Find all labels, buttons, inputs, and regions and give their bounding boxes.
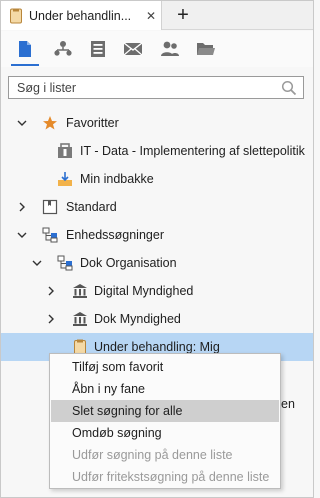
close-icon[interactable]: ✕ (141, 9, 161, 23)
inbox-icon (58, 172, 72, 186)
people-icon[interactable] (159, 38, 181, 60)
unit-hierarchy-icon (42, 227, 58, 243)
tree-node-dok-myndighed[interactable]: Dok Myndighed (1, 305, 313, 333)
tree-node-enhedssogninger[interactable]: Enhedssøgninger (1, 221, 313, 249)
search-box (8, 76, 304, 99)
chevron-down-icon[interactable] (32, 258, 42, 268)
chevron-right-icon[interactable] (46, 286, 56, 296)
tree-node-favorites[interactable]: Favoritter (1, 109, 313, 137)
menu-item-delete-search[interactable]: Slet søgning for alle (51, 400, 279, 422)
menu-item-run-search[interactable]: Udfør søgning på denne liste (51, 444, 279, 466)
search-input[interactable] (15, 79, 275, 97)
enhedssogninger-label: Enhedssøgninger (66, 228, 164, 242)
unit-hierarchy-icon (57, 255, 73, 271)
tree-node-digital-myndighed[interactable]: Digital Myndighed (1, 277, 313, 305)
digital-myndighed-label: Digital Myndighed (94, 284, 194, 298)
favorites-label: Favoritter (66, 116, 119, 130)
tab-under-behandling[interactable]: Under behandlin... ✕ (1, 1, 162, 30)
occluded-text: en (281, 397, 295, 411)
dok-myndighed-label: Dok Myndighed (94, 312, 181, 326)
case-icon (58, 143, 72, 158)
context-menu: Tilføj som favorit Åbn i ny fane Slet sø… (49, 353, 281, 489)
document-tab-icon (9, 8, 23, 24)
star-icon (43, 116, 57, 130)
chevron-right-icon[interactable] (46, 314, 56, 324)
menu-item-rename-search[interactable]: Omdøb søgning (51, 422, 279, 444)
app-window: Under behandlin... ✕ + Søg i lister Favo… (0, 0, 314, 498)
tree-node-dok-organisation[interactable]: Dok Organisation (1, 249, 313, 277)
tree-node-standard[interactable]: Standard (1, 193, 313, 221)
min-indbakke-label: Min indbakke (80, 172, 154, 186)
tab-title: Under behandlin... (29, 8, 132, 23)
chevron-down-icon[interactable] (17, 230, 27, 240)
toolbar (1, 31, 313, 67)
chevron-right-icon[interactable] (17, 202, 27, 212)
standard-label: Standard (66, 200, 117, 214)
folder-icon[interactable] (195, 38, 217, 60)
search-icon[interactable] (281, 80, 297, 99)
institution-icon (73, 284, 87, 298)
chevron-down-icon[interactable] (17, 118, 27, 128)
institution-icon (73, 312, 87, 326)
document-icon[interactable] (11, 38, 39, 66)
mail-icon[interactable] (122, 38, 144, 60)
menu-item-add-favorite[interactable]: Tilføj som favorit (51, 356, 279, 378)
tree-item-min-indbakke[interactable]: Min indbakke (1, 165, 313, 193)
bookmark-icon (42, 199, 58, 215)
under-behandling-label: Under behandling: Mig (94, 340, 220, 354)
tree-item-it-data[interactable]: IT - Data - Implementering af slettepoli… (1, 137, 313, 165)
tab-strip: Under behandlin... ✕ + (1, 1, 313, 30)
add-tab-button[interactable]: + (173, 3, 193, 27)
dok-organisation-label: Dok Organisation (80, 256, 177, 270)
menu-item-open-new-tab[interactable]: Åbn i ny fane (51, 378, 279, 400)
register-icon[interactable] (87, 38, 109, 60)
it-data-label: IT - Data - Implementering af slettepoli… (80, 144, 305, 158)
menu-item-run-fulltext-search[interactable]: Udfør fritekstsøgning på denne liste (51, 466, 279, 488)
org-chart-icon[interactable] (52, 38, 74, 60)
